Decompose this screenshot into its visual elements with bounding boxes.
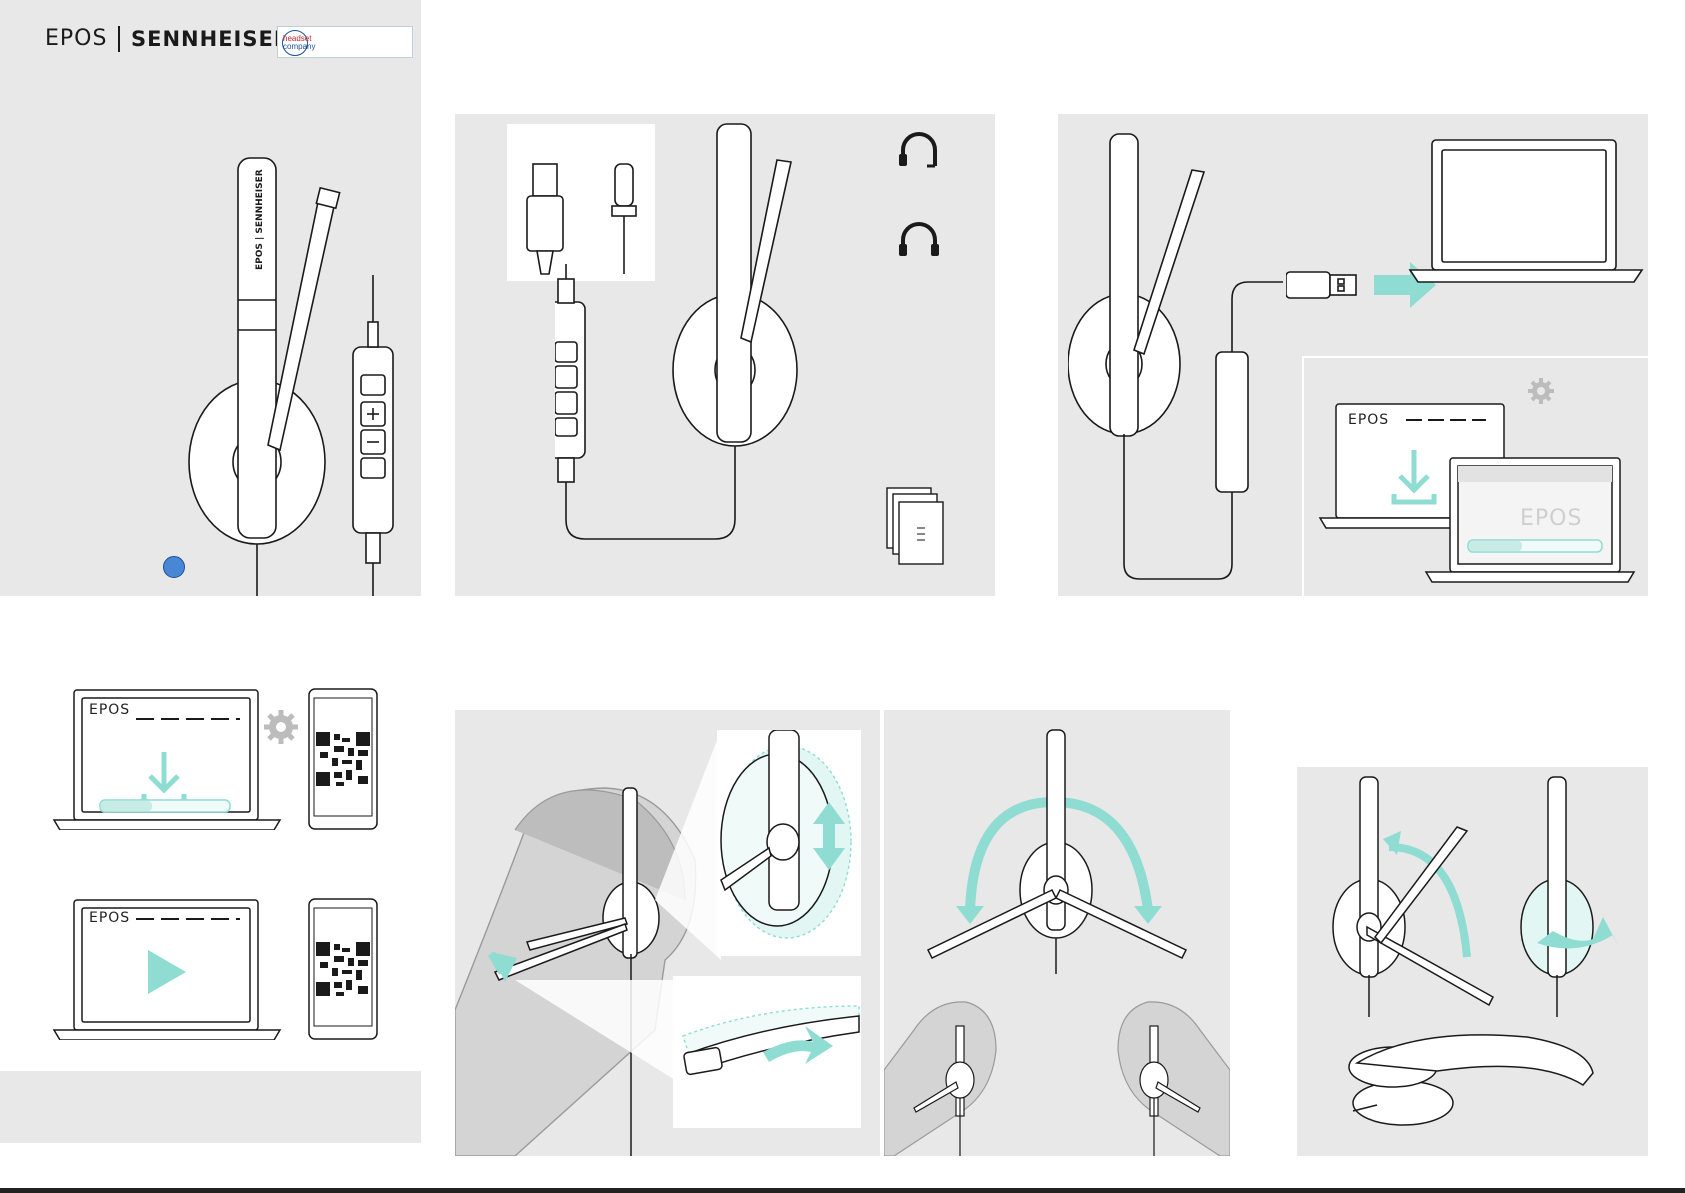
status-dot: [163, 556, 185, 578]
headset-connect-illustration: [1068, 133, 1283, 580]
laptop-screen-brand: EPOS: [89, 702, 131, 718]
ear-cushion-adjust-illustration: [720, 730, 852, 939]
laptop-illustration: [1408, 139, 1644, 283]
storage-panel: [1297, 767, 1648, 1156]
logo-divider: [118, 26, 120, 52]
headset-mono-icon: [899, 132, 937, 168]
fold-illustration: [1332, 776, 1619, 1126]
headset-stereo-icon: [899, 222, 939, 256]
splash-brand: EPOS: [1520, 506, 1583, 531]
partner-badge-line2: company: [283, 42, 316, 51]
wearing-panel: [455, 710, 880, 1156]
screen-brand: EPOS: [1348, 412, 1390, 428]
package-contents-panel: [455, 114, 995, 596]
ear-cushion-detail: [717, 730, 861, 956]
mic-position-panel: [884, 710, 1230, 1156]
software-subpanel: EPOS EPOS: [1302, 356, 1650, 598]
settings-gear-icon: [264, 710, 298, 744]
install-progress-fill: [1469, 541, 1522, 551]
play-screen-brand: EPOS: [89, 910, 131, 926]
software-qr-section: EPOS EPOS: [0, 680, 421, 1075]
epos-logo: EPOS: [45, 26, 108, 51]
boom-bend-detail: [673, 976, 861, 1128]
footer-strip: [0, 1071, 421, 1143]
documents-icon: [886, 487, 944, 565]
laptop-play-large: [52, 899, 282, 1040]
gear-icon: [1528, 378, 1554, 404]
phone-qr-code-1: [308, 688, 378, 830]
headset-illustration: EPOS | SENNHEISER: [188, 157, 394, 596]
boom-bend-illustration: [682, 1005, 860, 1076]
laptop-download-large: [52, 689, 282, 830]
headband-text: EPOS | SENNHEISER: [255, 169, 265, 270]
sennheiser-logo: SENNHEISER: [131, 27, 291, 51]
cover-panel: EPOS SENNHEISER headset company EPOS | S…: [0, 0, 421, 596]
bottom-rule: [0, 1188, 1685, 1193]
phone-qr-code-2: [308, 898, 378, 1040]
connect-panel: EPOS EPOS: [1058, 114, 1650, 598]
partner-badge: headset company: [277, 26, 413, 58]
download-progress-fill: [101, 801, 152, 811]
mic-rotation-illustration: [884, 729, 1230, 1156]
